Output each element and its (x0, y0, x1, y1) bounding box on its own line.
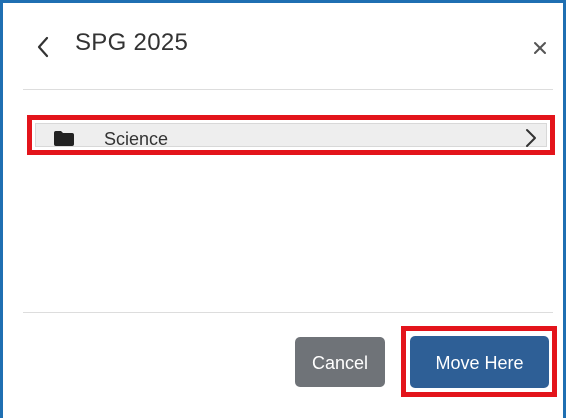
back-button[interactable] (33, 33, 55, 61)
header-divider (23, 89, 553, 90)
footer-divider (23, 312, 553, 313)
cancel-button[interactable]: Cancel (295, 337, 385, 387)
dialog-header: SPG 2025 (3, 3, 563, 87)
chevron-right-icon (526, 129, 536, 147)
chevron-left-icon (37, 36, 49, 58)
folder-label: Science (104, 129, 169, 149)
move-here-button[interactable]: Move Here (410, 336, 549, 388)
folder-row-science[interactable]: Science (27, 115, 555, 155)
folder-row-inner[interactable]: Science (35, 123, 547, 149)
close-button[interactable] (531, 39, 549, 57)
dialog-title: SPG 2025 (75, 29, 189, 56)
move-dialog: SPG 2025 Science Cancel Move Here (0, 0, 566, 418)
folder-icon (54, 131, 74, 146)
close-icon (534, 42, 546, 54)
